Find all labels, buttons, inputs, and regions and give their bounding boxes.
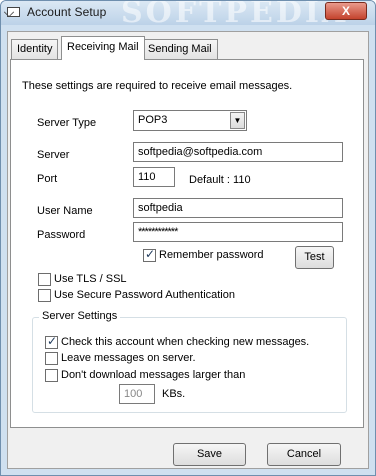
password-label: Password: [37, 229, 86, 241]
check-account-label: Check this account when checking new mes…: [61, 336, 310, 348]
use-spa-checkbox[interactable]: [38, 289, 51, 302]
size-limit-input[interactable]: 100: [119, 384, 155, 404]
dont-download-label: Don't download messages larger than: [61, 369, 246, 381]
check-account-checkbox[interactable]: [45, 334, 58, 349]
server-label: Server: [37, 149, 70, 161]
server-type-label: Server Type: [37, 117, 97, 129]
chevron-down-icon[interactable]: ▼: [230, 112, 245, 129]
server-input[interactable]: softpedia@softpedia.com: [133, 142, 343, 162]
use-tls-label: Use TLS / SSL: [54, 273, 127, 285]
remember-password-label: Remember password: [159, 249, 264, 261]
leave-messages-checkbox[interactable]: [45, 352, 58, 365]
cancel-button[interactable]: Cancel: [267, 443, 341, 466]
port-input[interactable]: 110: [133, 167, 175, 187]
server-type-value: POP3: [138, 114, 168, 126]
server-type-select[interactable]: POP3 ▼: [133, 110, 247, 131]
remember-password-checkbox[interactable]: [143, 247, 156, 262]
port-default-text: Default : 110: [189, 174, 251, 186]
intro-text: These settings are required to receive e…: [22, 80, 293, 92]
use-tls-checkbox[interactable]: [38, 273, 51, 286]
account-setup-window: SOFTPEDIA Account Setup X Identity Recei…: [0, 0, 376, 476]
port-label: Port: [37, 173, 58, 185]
user-name-label: User Name: [37, 205, 93, 217]
size-limit-unit: KBs.: [162, 388, 186, 400]
save-button[interactable]: Save: [173, 443, 246, 466]
use-spa-label: Use Secure Password Authentication: [54, 289, 235, 301]
dont-download-checkbox[interactable]: [45, 369, 58, 382]
server-settings-title: Server Settings: [39, 310, 121, 322]
server-settings-group: [32, 317, 347, 413]
user-name-input[interactable]: softpedia: [133, 198, 343, 218]
leave-messages-label: Leave messages on server.: [61, 352, 196, 364]
test-button[interactable]: Test: [295, 246, 334, 269]
password-input[interactable]: ************: [133, 222, 343, 242]
